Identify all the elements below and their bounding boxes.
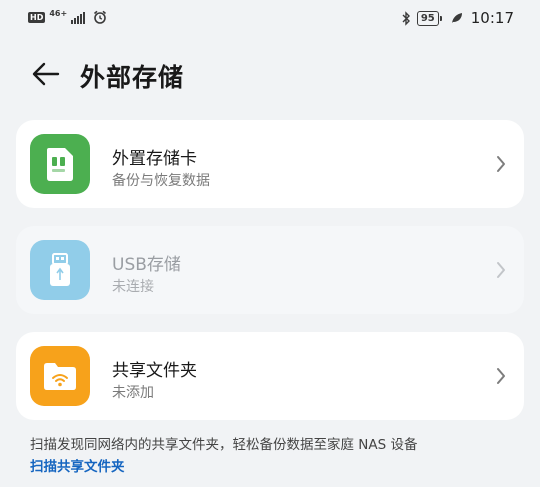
clock-time: 10:17	[470, 9, 514, 27]
card-subtitle: 备份与恢复数据	[112, 173, 210, 189]
card-subtitle: 未连接	[112, 279, 154, 295]
page-header: 外部存储	[0, 52, 540, 96]
shared-folder-icon	[30, 346, 90, 406]
card-shared-folder[interactable]: 共享文件夹 未添加	[16, 332, 524, 420]
hd-badge: HD	[28, 11, 46, 23]
card-label: 共享文件夹	[112, 361, 197, 381]
card-sd-card[interactable]: 外置存储卡 备份与恢复数据	[16, 120, 524, 208]
alarm-icon	[94, 10, 107, 24]
card-usb-storage[interactable]: USB存储 未连接	[16, 226, 524, 314]
page-title: 外部存储	[80, 63, 185, 92]
chevron-right-icon	[497, 156, 505, 172]
card-subtitle: 未添加	[112, 385, 154, 401]
usb-icon	[30, 240, 90, 300]
signal-icon	[71, 11, 86, 24]
chevron-right-icon	[497, 262, 505, 278]
status-right: 95 10:17	[401, 9, 514, 27]
battery-icon: 95	[416, 10, 442, 26]
card-label: 外置存储卡	[112, 149, 197, 169]
bluetooth-icon	[402, 10, 410, 26]
back-arrow-icon[interactable]	[30, 60, 62, 88]
chevron-right-icon	[497, 368, 505, 384]
status-bar: HD 46+ 95 10:17	[0, 0, 540, 38]
sd-card-icon	[30, 134, 90, 194]
scan-shared-folders-link[interactable]: 扫描共享文件夹	[30, 455, 125, 475]
leaf-icon	[451, 13, 462, 23]
status-left: HD 46+	[28, 10, 107, 24]
footer-description: 扫描发现同网络内的共享文件夹，轻松备份数据至家庭 NAS 设备	[30, 437, 418, 453]
card-label: USB存储	[112, 255, 181, 275]
network-type: 46+	[49, 9, 68, 18]
